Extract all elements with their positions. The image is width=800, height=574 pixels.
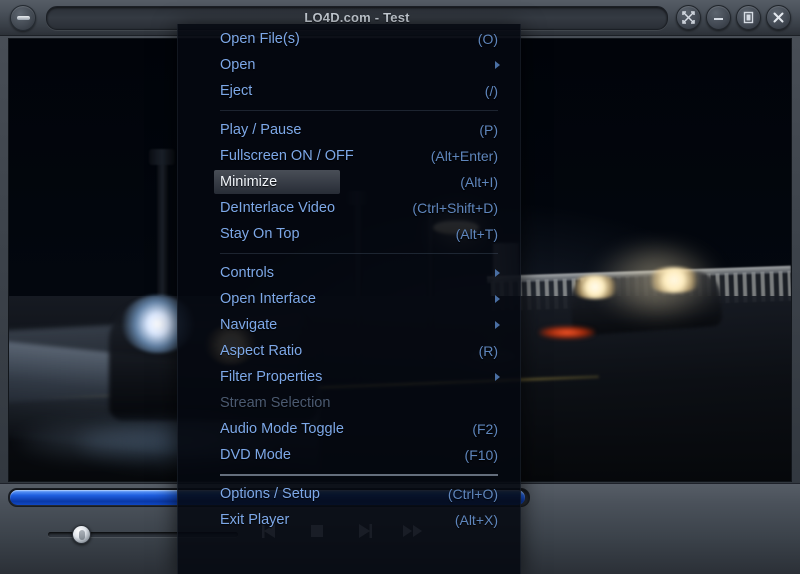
fullscreen-button[interactable] xyxy=(676,5,701,30)
menu-item-shortcut: (Ctrl+Shift+D) xyxy=(412,200,498,216)
taillight-glow xyxy=(539,326,595,339)
menu-item-minimize[interactable]: Minimize (Alt+I) xyxy=(178,169,520,195)
menu-item-open-file-s[interactable]: Open File(s) (O) xyxy=(178,26,520,52)
volume-slider-knob[interactable] xyxy=(72,525,91,544)
menu-item-open[interactable]: Open xyxy=(178,52,520,78)
menu-item-deinterlace-video[interactable]: DeInterlace Video (Ctrl+Shift+D) xyxy=(178,195,520,221)
menu-item-label: Exit Player xyxy=(220,512,290,528)
menu-item-label: Aspect Ratio xyxy=(220,343,303,359)
menu-item-play-pause[interactable]: Play / Pause (P) xyxy=(178,117,520,143)
menu-item-shortcut: (Ctrl+O) xyxy=(447,486,498,502)
menu-item-label: Fullscreen ON / OFF xyxy=(220,148,354,164)
maximize-button[interactable] xyxy=(736,5,761,30)
headlight-bloom xyxy=(597,249,717,313)
menu-item-dvd-mode[interactable]: DVD Mode (F10) xyxy=(178,442,520,468)
submenu-arrow-icon xyxy=(495,269,500,277)
menu-item-shortcut: (F2) xyxy=(472,421,498,437)
menu-item-aspect-ratio[interactable]: Aspect Ratio (R) xyxy=(178,338,520,364)
menu-item-label: DVD Mode xyxy=(220,447,291,463)
menu-item-audio-mode-toggle[interactable]: Audio Mode Toggle (F2) xyxy=(178,416,520,442)
menu-item-label: Stream Selection xyxy=(220,395,331,411)
menu-item-shortcut: (R) xyxy=(478,343,498,359)
menu-item-shortcut: (/) xyxy=(484,83,498,99)
submenu-arrow-icon xyxy=(495,373,500,381)
menu-separator xyxy=(178,468,520,481)
menu-item-shortcut: (Alt+X) xyxy=(454,512,498,528)
menu-item-eject[interactable]: Eject (/) xyxy=(178,78,520,104)
close-button[interactable] xyxy=(766,5,791,30)
menu-item-shortcut: (O) xyxy=(477,31,498,47)
menu-item-fullscreen-on-off[interactable]: Fullscreen ON / OFF (Alt+Enter) xyxy=(178,143,520,169)
minimize-button[interactable] xyxy=(706,5,731,30)
menu-item-label: Eject xyxy=(220,83,253,99)
minimize-dash-icon xyxy=(16,15,30,20)
window-title: LO4D.com - Test xyxy=(304,10,410,25)
menu-item-filter-properties[interactable]: Filter Properties xyxy=(178,364,520,390)
submenu-arrow-icon xyxy=(495,61,500,69)
window-menu-button[interactable] xyxy=(10,4,36,31)
menu-item-navigate[interactable]: Navigate xyxy=(178,312,520,338)
menu-item-stream-selection: Stream Selection xyxy=(178,390,520,416)
window-controls xyxy=(676,5,791,30)
menu-item-exit-player[interactable]: Exit Player (Alt+X) xyxy=(178,507,520,533)
menu-item-stay-on-top[interactable]: Stay On Top (Alt+T) xyxy=(178,221,520,247)
media-player-window: LO4D.com LO4D.com - Test xyxy=(0,0,800,574)
menu-item-label: Open xyxy=(220,57,256,73)
context-menu[interactable]: Open File(s) (O) Open Eject (/) Play / Pause (… xyxy=(177,24,521,574)
menu-item-label: Open Interface xyxy=(220,291,316,307)
menu-separator xyxy=(178,247,520,260)
menu-item-label: Play / Pause xyxy=(220,122,302,138)
menu-item-shortcut: (Alt+T) xyxy=(455,226,498,242)
menu-item-label: Open File(s) xyxy=(220,31,300,47)
menu-item-controls[interactable]: Controls xyxy=(178,260,520,286)
menu-item-shortcut: (Alt+Enter) xyxy=(430,148,498,164)
menu-item-label: DeInterlace Video xyxy=(220,200,336,216)
menu-item-options-setup[interactable]: Options / Setup (Ctrl+O) xyxy=(178,481,520,507)
lamp-post-icon xyxy=(149,149,175,165)
menu-item-shortcut: (Alt+I) xyxy=(460,174,498,190)
menu-item-label: Audio Mode Toggle xyxy=(220,421,344,437)
menu-item-shortcut: (F10) xyxy=(464,447,498,463)
menu-item-label: Options / Setup xyxy=(220,486,320,502)
menu-item-label: Navigate xyxy=(220,317,278,333)
menu-item-label: Stay On Top xyxy=(220,226,300,242)
menu-separator xyxy=(178,104,520,117)
menu-item-shortcut: (P) xyxy=(479,122,498,138)
menu-item-label: Minimize xyxy=(220,174,278,190)
submenu-arrow-icon xyxy=(495,321,500,329)
menu-item-open-interface[interactable]: Open Interface xyxy=(178,286,520,312)
submenu-arrow-icon xyxy=(495,295,500,303)
menu-item-label: Filter Properties xyxy=(220,369,323,385)
menu-item-label: Controls xyxy=(220,265,274,281)
road-reflection xyxy=(19,423,169,459)
